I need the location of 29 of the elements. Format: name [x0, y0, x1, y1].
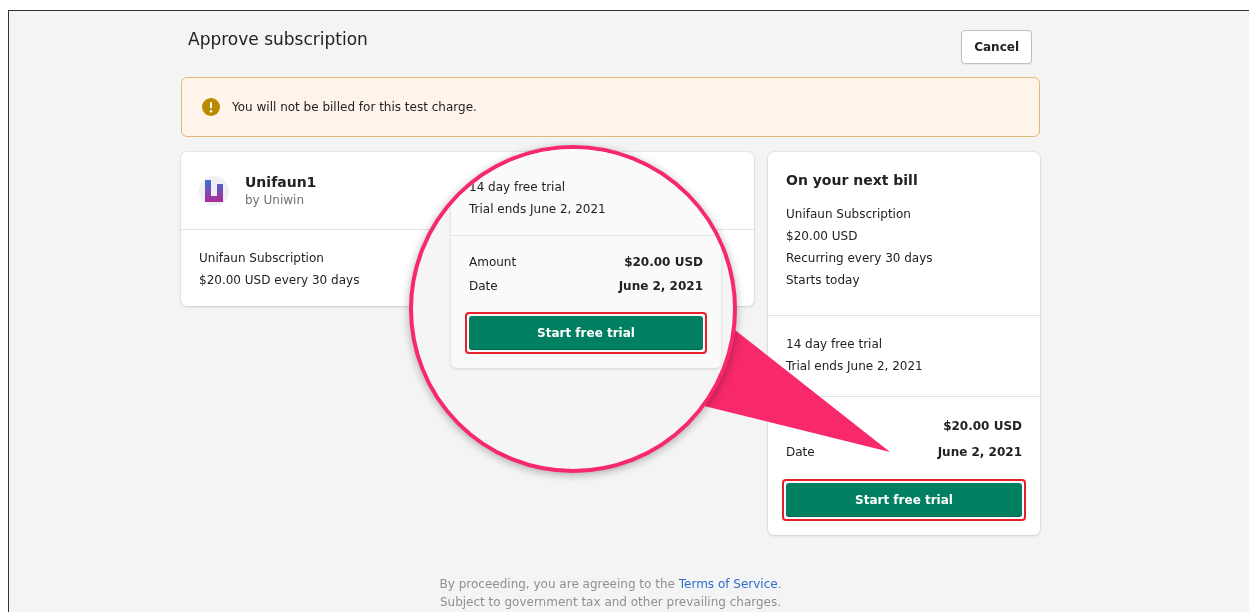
- start-trial-button[interactable]: Start free trial: [786, 483, 1022, 517]
- app-name: Unifaun1: [245, 174, 317, 190]
- total-label: Date: [469, 278, 498, 295]
- terms-link[interactable]: Terms of Service: [678, 577, 778, 591]
- start-trial-button[interactable]: Start free trial: [469, 316, 703, 350]
- app-logo-icon: [199, 173, 229, 208]
- trial-info: Trial ends June 2, 2021: [786, 358, 923, 374]
- total-value: June 2, 2021: [937, 444, 1022, 461]
- total-value: $20.00 USD: [624, 254, 703, 271]
- trial-info: 14 day free trial: [786, 336, 883, 352]
- total-value: $20.00 USD: [943, 418, 1022, 435]
- page-title: Approve subscription: [188, 29, 368, 49]
- total-label: Amount: [469, 254, 517, 271]
- bill-detail: $20.00 USD: [786, 228, 858, 244]
- warning-icon: [202, 98, 220, 116]
- plan-price: $20.00 USD every 30 days: [199, 272, 360, 288]
- bill-detail: Unifaun Subscription: [786, 206, 911, 222]
- total-label: Date: [786, 444, 815, 461]
- bill-detail: Starts today: [786, 272, 860, 288]
- trial-info: Trial ends June 2, 2021: [469, 201, 606, 217]
- total-value: June 2, 2021: [618, 278, 703, 295]
- cancel-button[interactable]: Cancel: [961, 30, 1032, 64]
- banner-message: You will not be billed for this test charge.: [232, 100, 477, 114]
- tax-notice: Subject to government tax and other prevailing charges.: [439, 595, 782, 609]
- terms-notice: By proceeding, you are agreeing to the Terms of Service.: [439, 577, 782, 591]
- plan-name: Unifaun Subscription: [199, 250, 324, 266]
- bill-title: On your next bill: [786, 172, 919, 188]
- app-developer: by Uniwin: [245, 193, 305, 207]
- bill-detail: Recurring every 30 days: [786, 250, 933, 266]
